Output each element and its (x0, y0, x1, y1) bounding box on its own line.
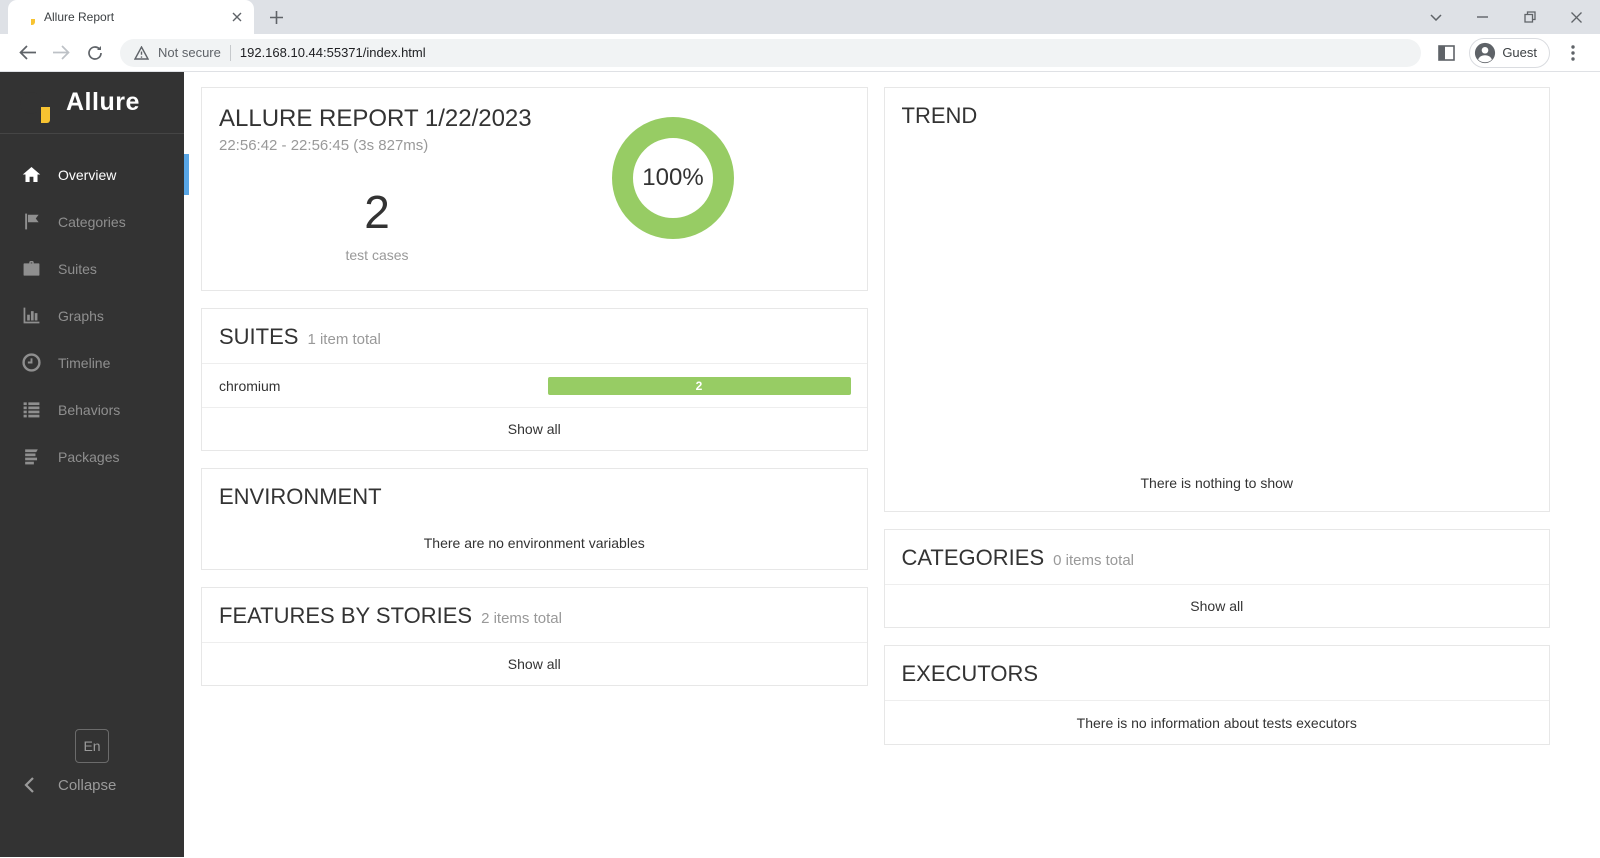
categories-widget: CATEGORIES 0 items total Show all (883, 529, 1550, 628)
profile-label: Guest (1502, 45, 1537, 60)
collapse-label: Collapse (58, 776, 117, 794)
environment-title: ENVIRONMENT (219, 484, 382, 509)
browser-menu-icon[interactable] (1558, 38, 1588, 68)
forward-icon[interactable] (46, 38, 76, 68)
sidebar-item-label: Categories (58, 213, 126, 230)
sidebar-item-overview[interactable]: Overview (0, 151, 189, 198)
categories-show-all-link[interactable]: Show all (885, 585, 1550, 627)
side-panel-icon[interactable] (1431, 38, 1461, 68)
bar-chart-icon (22, 306, 41, 325)
list-icon (22, 400, 41, 419)
suites-widget: SUITES 1 item total chromium 2 Show all (201, 308, 868, 451)
suite-passed-bar[interactable]: 2 (547, 376, 851, 395)
features-count: 2 items total (481, 610, 562, 627)
categories-title: CATEGORIES (901, 545, 1045, 570)
address-bar[interactable]: Not secure 192.168.10.44:55371/index.htm… (120, 38, 1422, 67)
browser-tab-strip: Allure Report (0, 0, 1600, 34)
active-indicator (184, 154, 189, 195)
executors-title: EXECUTORS (901, 661, 1039, 686)
reload-icon[interactable] (80, 38, 110, 68)
categories-count: 0 items total (1053, 552, 1134, 569)
sidebar-nav: Overview Categories Suites Graphs Timeli… (0, 134, 189, 480)
executors-empty-text: There is no information about tests exec… (1076, 714, 1357, 731)
tab-title: Allure Report (44, 10, 115, 24)
new-tab-button[interactable] (262, 3, 290, 31)
test-cases-label: test cases (345, 247, 409, 263)
trend-title: TREND (901, 103, 978, 128)
report-title: ALLURE REPORT 1/22/2023 (219, 105, 532, 132)
language-button[interactable]: En (75, 729, 109, 763)
security-label: Not secure (158, 45, 221, 60)
executors-widget: EXECUTORS There is no information about … (883, 645, 1550, 745)
allure-logo-icon (11, 83, 51, 123)
features-show-all-link[interactable]: Show all (202, 643, 867, 685)
sidebar-item-label: Graphs (58, 307, 104, 324)
sidebar-item-suites[interactable]: Suites (0, 245, 184, 292)
suite-name-link[interactable]: chromium (219, 378, 548, 394)
close-window-button[interactable] (1553, 0, 1600, 34)
favicon-allure-icon (20, 9, 36, 25)
clock-icon (22, 353, 41, 372)
sidebar-item-timeline[interactable]: Timeline (0, 339, 184, 386)
sidebar: Allure Overview Categories Suites Graphs… (0, 72, 189, 857)
suites-title: SUITES (219, 324, 299, 349)
profile-button[interactable]: Guest (1469, 37, 1550, 68)
overview-widget: ALLURE REPORT 1/22/2023 22:56:42 - 22:56… (201, 87, 868, 291)
suites-show-all-link[interactable]: Show all (202, 408, 867, 450)
pass-rate-percent: 100% (642, 164, 704, 191)
minimize-button[interactable] (1459, 0, 1506, 34)
not-secure-warning-icon[interactable] (134, 45, 149, 60)
flag-icon (22, 212, 41, 231)
sidebar-item-packages[interactable]: Packages (0, 433, 184, 480)
sidebar-item-label: Timeline (58, 354, 111, 371)
avatar-icon (1474, 42, 1496, 64)
suites-count: 1 item total (307, 331, 381, 348)
layers-icon (22, 447, 41, 466)
browser-tab[interactable]: Allure Report (8, 0, 254, 34)
trend-widget: TREND There is nothing to show (883, 87, 1550, 512)
sidebar-item-graphs[interactable]: Graphs (0, 292, 184, 339)
environment-empty-text: There are no environment variables (423, 535, 645, 551)
collapse-button[interactable]: Collapse (0, 768, 184, 802)
browser-toolbar: Not secure 192.168.10.44:55371/index.htm… (0, 34, 1600, 72)
sidebar-item-label: Suites (58, 260, 97, 277)
brand: Allure (0, 72, 184, 134)
sidebar-item-label: Overview (58, 166, 117, 183)
url-text: 192.168.10.44:55371/index.html (239, 45, 426, 60)
sidebar-item-categories[interactable]: Categories (0, 198, 184, 245)
briefcase-icon (22, 259, 41, 278)
tab-search-chevron-icon[interactable] (1412, 0, 1459, 34)
back-icon[interactable] (12, 38, 42, 68)
test-cases-total: 2 test cases (202, 189, 552, 263)
environment-widget: ENVIRONMENT There are no environment var… (201, 468, 868, 570)
features-widget: FEATURES BY STORIES 2 items total Show a… (201, 587, 868, 686)
suite-row: chromium 2 (202, 364, 867, 407)
sidebar-item-label: Packages (58, 448, 120, 465)
pass-rate-donut[interactable]: 100% (612, 117, 734, 239)
tab-close-icon[interactable] (228, 8, 246, 26)
report-time-range: 22:56:42 - 22:56:45 (3s 827ms) (219, 137, 429, 154)
trend-empty-text: There is nothing to show (1140, 475, 1294, 491)
omnibox-divider (229, 44, 231, 61)
features-title: FEATURES BY STORIES (219, 603, 473, 628)
main-content: ALLURE REPORT 1/22/2023 22:56:42 - 22:56… (184, 72, 1600, 857)
home-icon (22, 165, 41, 184)
right-column: TREND There is nothing to show CATEGORIE… (883, 87, 1550, 762)
restore-button[interactable] (1506, 0, 1553, 34)
brand-name: Allure (66, 88, 140, 116)
test-cases-count: 2 (364, 186, 390, 238)
left-column: ALLURE REPORT 1/22/2023 22:56:42 - 22:56… (201, 87, 868, 762)
chevron-left-icon (24, 777, 34, 793)
sidebar-item-label: Behaviors (58, 401, 121, 418)
sidebar-item-behaviors[interactable]: Behaviors (0, 386, 184, 433)
